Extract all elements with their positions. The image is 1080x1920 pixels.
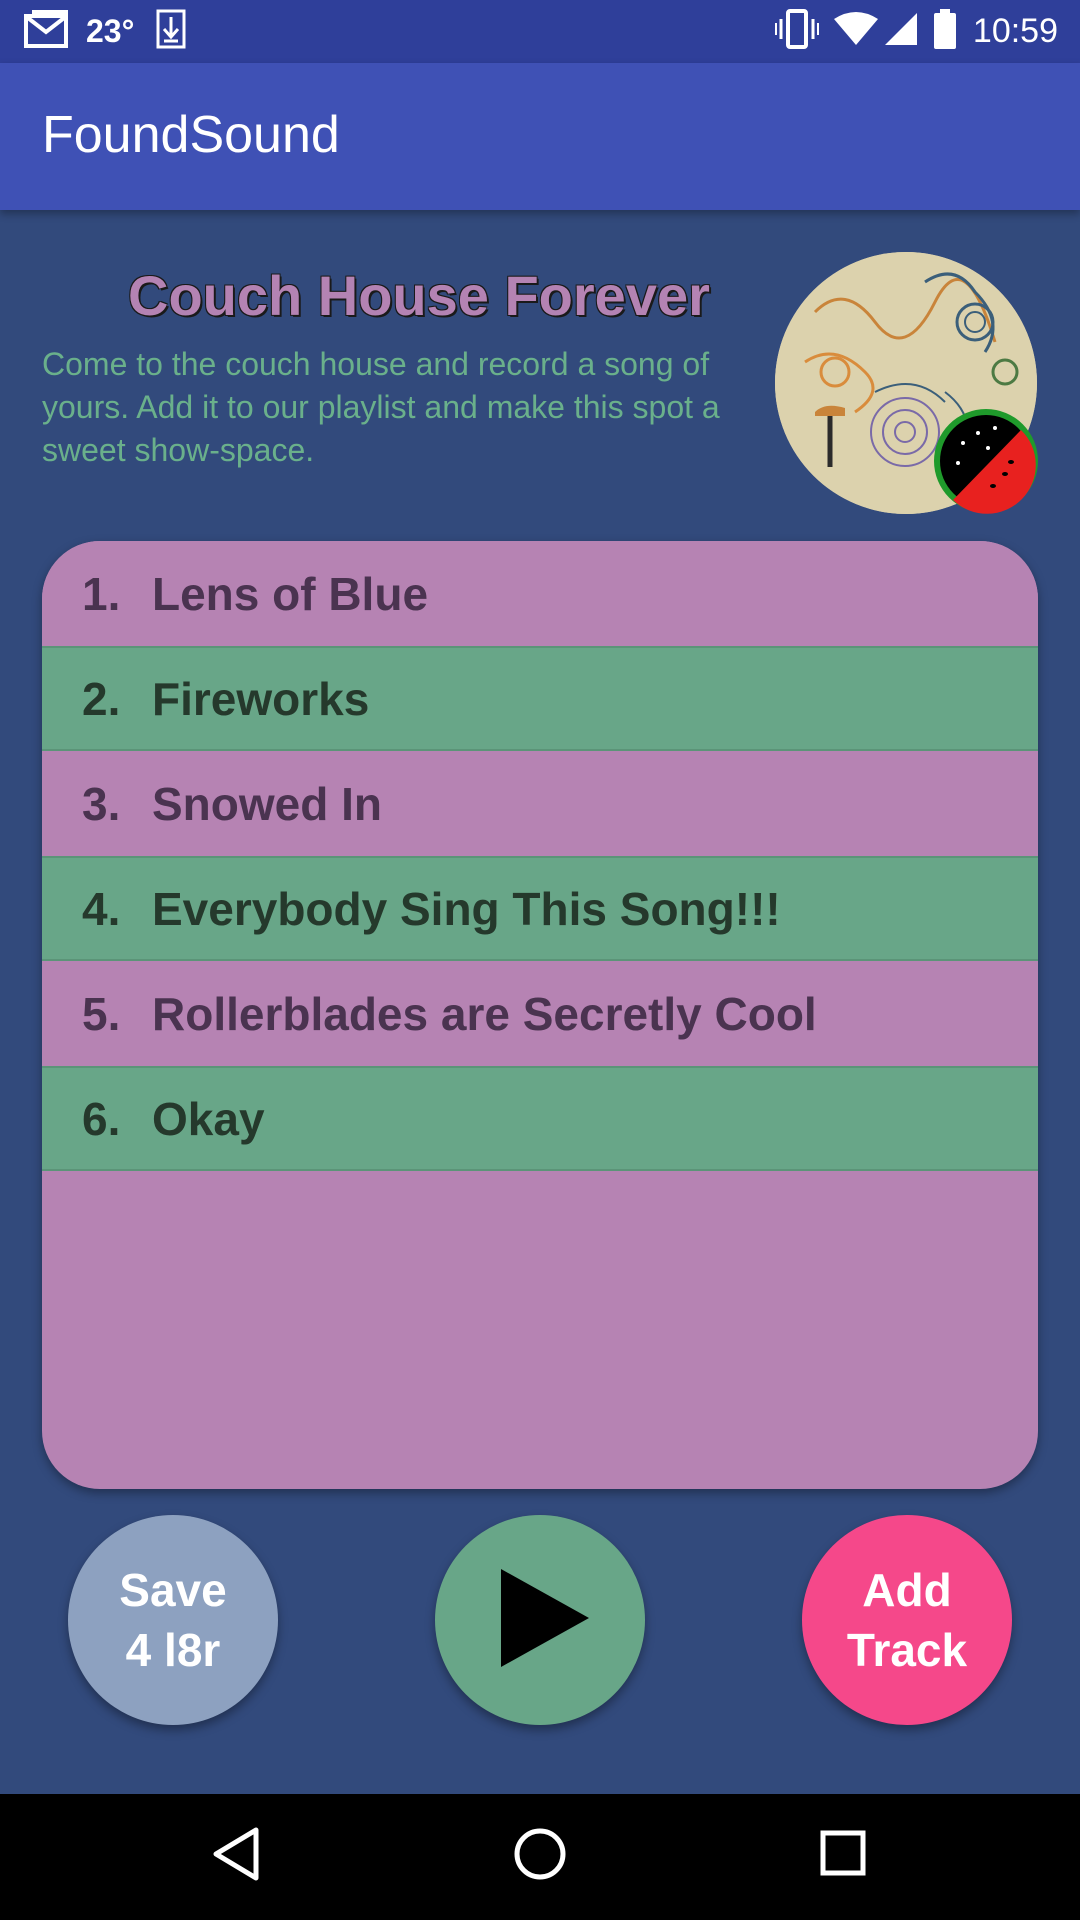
save-button-label: Save 4 l8r — [119, 1564, 227, 1676]
battery-icon — [933, 9, 957, 54]
watermelon-badge-icon — [933, 408, 1039, 514]
track-row[interactable]: 4. Everybody Sing This Song!!! — [42, 856, 1038, 961]
track-title: Lens of Blue — [152, 567, 429, 620]
track-row[interactable]: 2. Fireworks — [42, 646, 1038, 751]
recents-icon[interactable] — [818, 1824, 870, 1889]
save-for-later-button[interactable]: Save 4 l8r — [68, 1515, 278, 1725]
track-number: 4. — [82, 882, 121, 935]
back-icon[interactable] — [208, 1824, 264, 1889]
download-icon — [156, 9, 186, 54]
track-title: Everybody Sing This Song!!! — [152, 882, 781, 935]
playlist-description: Come to the couch house and record a son… — [42, 346, 720, 468]
track-row[interactable]: 1. Lens of Blue — [42, 541, 1038, 646]
track-number: 2. — [82, 672, 121, 725]
signal-icon — [883, 11, 919, 52]
play-icon — [485, 1563, 595, 1678]
wifi-icon — [833, 11, 879, 52]
add-track-label: Add Track — [846, 1564, 968, 1676]
track-number: 5. — [82, 987, 121, 1040]
track-title: Rollerblades are Secretly Cool — [152, 987, 817, 1040]
add-track-button[interactable]: Add Track — [802, 1515, 1012, 1725]
track-row[interactable]: 3. Snowed In — [42, 751, 1038, 856]
track-row[interactable]: 5. Rollerblades are Secretly Cool — [42, 961, 1038, 1066]
track-number: 1. — [82, 567, 121, 620]
playlist-title: Couch House Forever — [128, 264, 710, 327]
track-title: Okay — [152, 1092, 265, 1145]
track-number: 3. — [82, 777, 121, 830]
gmail-icon — [24, 10, 68, 53]
track-row[interactable]: 6. Okay — [42, 1066, 1038, 1171]
home-icon[interactable] — [510, 1824, 570, 1889]
track-title: Fireworks — [152, 672, 370, 725]
status-bar: 23° 10:59 — [0, 0, 1080, 63]
play-button[interactable] — [435, 1515, 645, 1725]
temperature: 23° — [86, 13, 135, 49]
app-title: FoundSound — [42, 106, 340, 164]
clock: 10:59 — [972, 12, 1058, 50]
vibrate-icon — [774, 9, 819, 54]
track-number: 6. — [82, 1092, 121, 1145]
app-bar: FoundSound — [0, 63, 1080, 210]
track-list: 1. Lens of Blue 2. Fireworks 3. Snowed I… — [42, 541, 1038, 1489]
track-title: Snowed In — [152, 777, 382, 830]
navigation-bar — [0, 1794, 1080, 1920]
